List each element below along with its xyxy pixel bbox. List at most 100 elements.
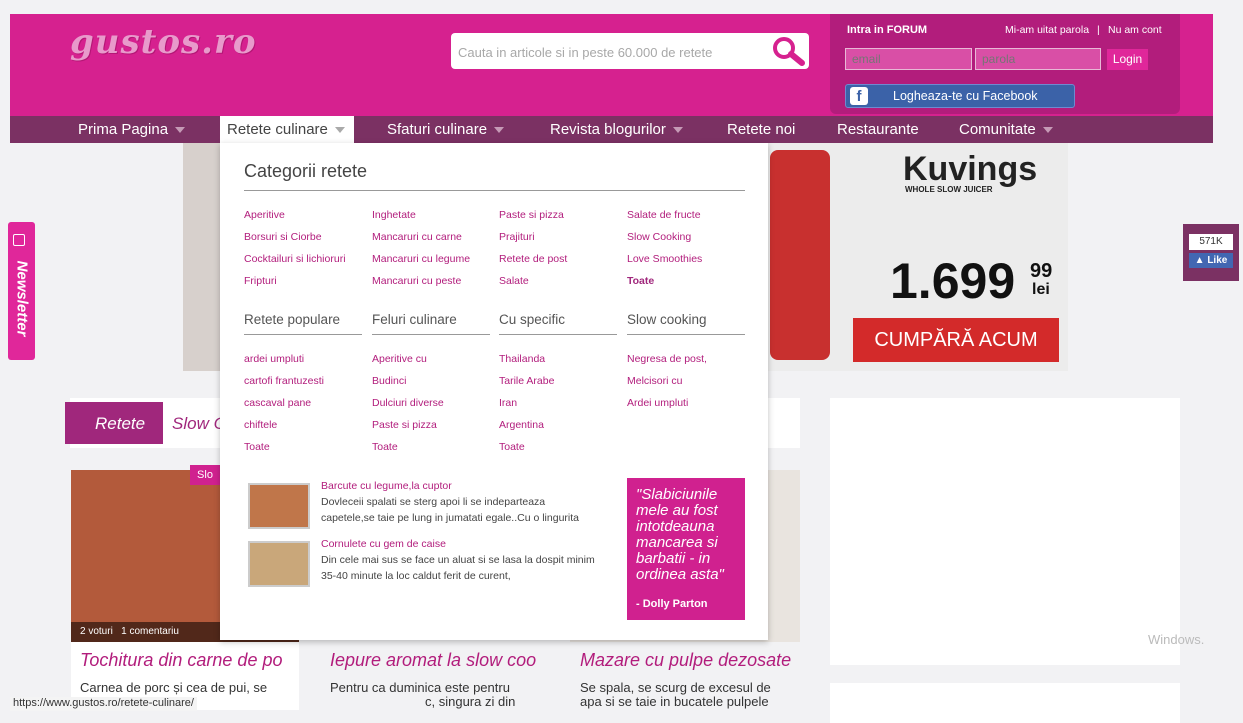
password-field[interactable]	[975, 48, 1101, 70]
recipe-title[interactable]: Barcute cu legume,la cuptor	[321, 480, 452, 492]
sub-link[interactable]: Budinci	[372, 375, 406, 387]
thumbs-up-icon: ▲	[1194, 255, 1208, 266]
login-button[interactable]: Login	[1107, 49, 1148, 70]
search-input[interactable]	[456, 38, 768, 66]
recipe-excerpt: capetele,se taie pe lung in jumatati ega…	[321, 512, 579, 524]
sub-link-all[interactable]: Toate	[499, 441, 525, 453]
status-bar-url: https://www.gustos.ro/retete-culinare/	[10, 697, 197, 711]
sub-link[interactable]: ardei umpluti	[244, 353, 304, 365]
divider	[244, 190, 745, 191]
sub-link[interactable]: Aperitive cu	[372, 353, 427, 365]
category-link[interactable]: Aperitive	[244, 209, 285, 221]
category-badge[interactable]: Slo	[190, 465, 220, 485]
sub-link[interactable]: cascaval pane	[244, 397, 311, 409]
category-link[interactable]: Salate de fructe	[627, 209, 701, 221]
category-link[interactable]: Fripturi	[244, 275, 277, 287]
juicer-image	[770, 150, 830, 360]
card-meta: 2 voturi 1 comentariu	[80, 626, 179, 637]
sub-link-all[interactable]: Toate	[244, 441, 270, 453]
sub-link[interactable]: cartofi frantuzesti	[244, 375, 324, 387]
sub-link[interactable]: Negresa de post,	[627, 353, 707, 365]
search-icon[interactable]	[769, 35, 809, 67]
sub-link[interactable]: Argentina	[499, 419, 544, 431]
sub-link[interactable]: Iran	[499, 397, 517, 409]
recipe-excerpt: Dovleceii spalati se sterg apoi li se in…	[321, 496, 546, 508]
facebook-login-label: Logheaza-te cu Facebook	[893, 89, 1038, 103]
category-link[interactable]: Mancaruri cu carne	[372, 231, 462, 243]
sub-link[interactable]: Dulciuri diverse	[372, 397, 444, 409]
ad-panel-2	[830, 683, 1180, 723]
sub-heading: Feluri culinare	[372, 312, 457, 327]
sub-link[interactable]: chiftele	[244, 419, 277, 431]
nav-retete-culinare[interactable]: Retete culinare	[227, 116, 345, 143]
card-excerpt-line2: c, singura zi din	[425, 694, 516, 709]
banner-tagline: WHOLE SLOW JUICER	[905, 185, 993, 194]
category-link[interactable]: Paste si pizza	[499, 209, 564, 221]
banner-price-cents: 99	[1030, 260, 1053, 282]
windows-watermark: Windows.	[1148, 632, 1205, 647]
card-title[interactable]: Mazare cu pulpe dezosate	[580, 650, 795, 671]
like-button[interactable]: ▲ Like	[1189, 253, 1233, 268]
nav-prima-pagina[interactable]: Prima Pagina	[78, 116, 186, 143]
forgot-password-link[interactable]: Mi-am uitat parola	[1005, 24, 1089, 36]
ad-panel	[830, 398, 1180, 665]
card-title[interactable]: Iepure aromat la slow coo	[330, 650, 542, 671]
retete-tab-label: Retete	[95, 414, 146, 433]
link-separator: |	[1097, 24, 1100, 36]
recipe-excerpt: Din cele mai sus se face un aluat si se …	[321, 554, 595, 566]
banner-brand: Kuvings	[903, 150, 1038, 188]
sub-link-all[interactable]: Toate	[372, 441, 398, 453]
card-excerpt-line2: apa si se taie in bucatele pulpele	[580, 694, 769, 709]
mail-icon	[13, 234, 25, 246]
quote-text: "Slabiciunile mele au fost intotdeauna m…	[636, 486, 724, 583]
category-link[interactable]: Mancaruri cu peste	[372, 275, 461, 287]
category-link[interactable]: Salate	[499, 275, 529, 287]
banner-image-left[interactable]	[183, 143, 220, 371]
card-excerpt: Carnea de porc și cea de pui, se	[80, 680, 268, 695]
banner-buy-button[interactable]: CUMPĂRĂ ACUM	[853, 318, 1059, 362]
category-link[interactable]: Retete de post	[499, 253, 567, 265]
divider	[372, 334, 490, 335]
nav-restaurante[interactable]: Restaurante	[837, 116, 919, 143]
recipe-thumbnail[interactable]	[248, 541, 310, 587]
divider	[244, 334, 362, 335]
sub-link[interactable]: Ardei umpluti	[627, 397, 688, 409]
email-field[interactable]	[845, 48, 972, 70]
chevron-down-icon	[672, 127, 683, 134]
chevron-down-icon	[175, 127, 186, 134]
nav-revista-blogurilor[interactable]: Revista blogurilor	[550, 116, 683, 143]
quote-author: - Dolly Parton	[636, 598, 708, 610]
category-link[interactable]: Cocktailuri si lichioruri	[244, 253, 346, 265]
facebook-icon: f	[850, 87, 868, 105]
recipe-thumbnail[interactable]	[248, 483, 310, 529]
card-title[interactable]: Tochitura din carne de po	[80, 650, 292, 671]
dropdown-heading: Categorii retete	[244, 161, 368, 181]
category-link[interactable]: Prajituri	[499, 231, 535, 243]
newsletter-label: Newsletter	[13, 260, 31, 337]
nav-retete-noi[interactable]: Retete noi	[727, 116, 795, 143]
sub-heading: Slow cooking	[627, 312, 707, 327]
sub-link[interactable]: Tarile Arabe	[499, 375, 554, 387]
sub-link[interactable]: Thailanda	[499, 353, 545, 365]
chevron-down-icon	[1042, 127, 1053, 134]
category-link-all[interactable]: Toate	[627, 275, 654, 287]
nav-sfaturi-culinare[interactable]: Sfaturi culinare	[387, 116, 505, 143]
sub-link[interactable]: Melcisori cu	[627, 375, 682, 387]
category-link[interactable]: Inghetate	[372, 209, 416, 221]
recipe-title[interactable]: Cornulete cu gem de caise	[321, 538, 446, 550]
category-link[interactable]: Slow Cooking	[627, 231, 691, 243]
banner-price: 1.699	[890, 253, 1016, 309]
category-link[interactable]: Borsuri si Ciorbe	[244, 231, 322, 243]
banner-price-unit: lei	[1032, 281, 1050, 298]
no-account-link[interactable]: Nu am cont	[1108, 24, 1162, 36]
category-link[interactable]: Mancaruri cu legume	[372, 253, 470, 265]
category-link[interactable]: Love Smoothies	[627, 253, 702, 265]
nav-comunitate[interactable]: Comunitate	[959, 116, 1053, 143]
like-count: 571K	[1189, 234, 1233, 250]
divider	[499, 334, 617, 335]
divider	[627, 334, 745, 335]
site-logo[interactable]: gustos.ro	[70, 22, 257, 62]
chevron-down-icon	[494, 127, 505, 134]
sub-link[interactable]: Paste si pizza	[372, 419, 437, 431]
sub-heading: Retete populare	[244, 312, 341, 327]
